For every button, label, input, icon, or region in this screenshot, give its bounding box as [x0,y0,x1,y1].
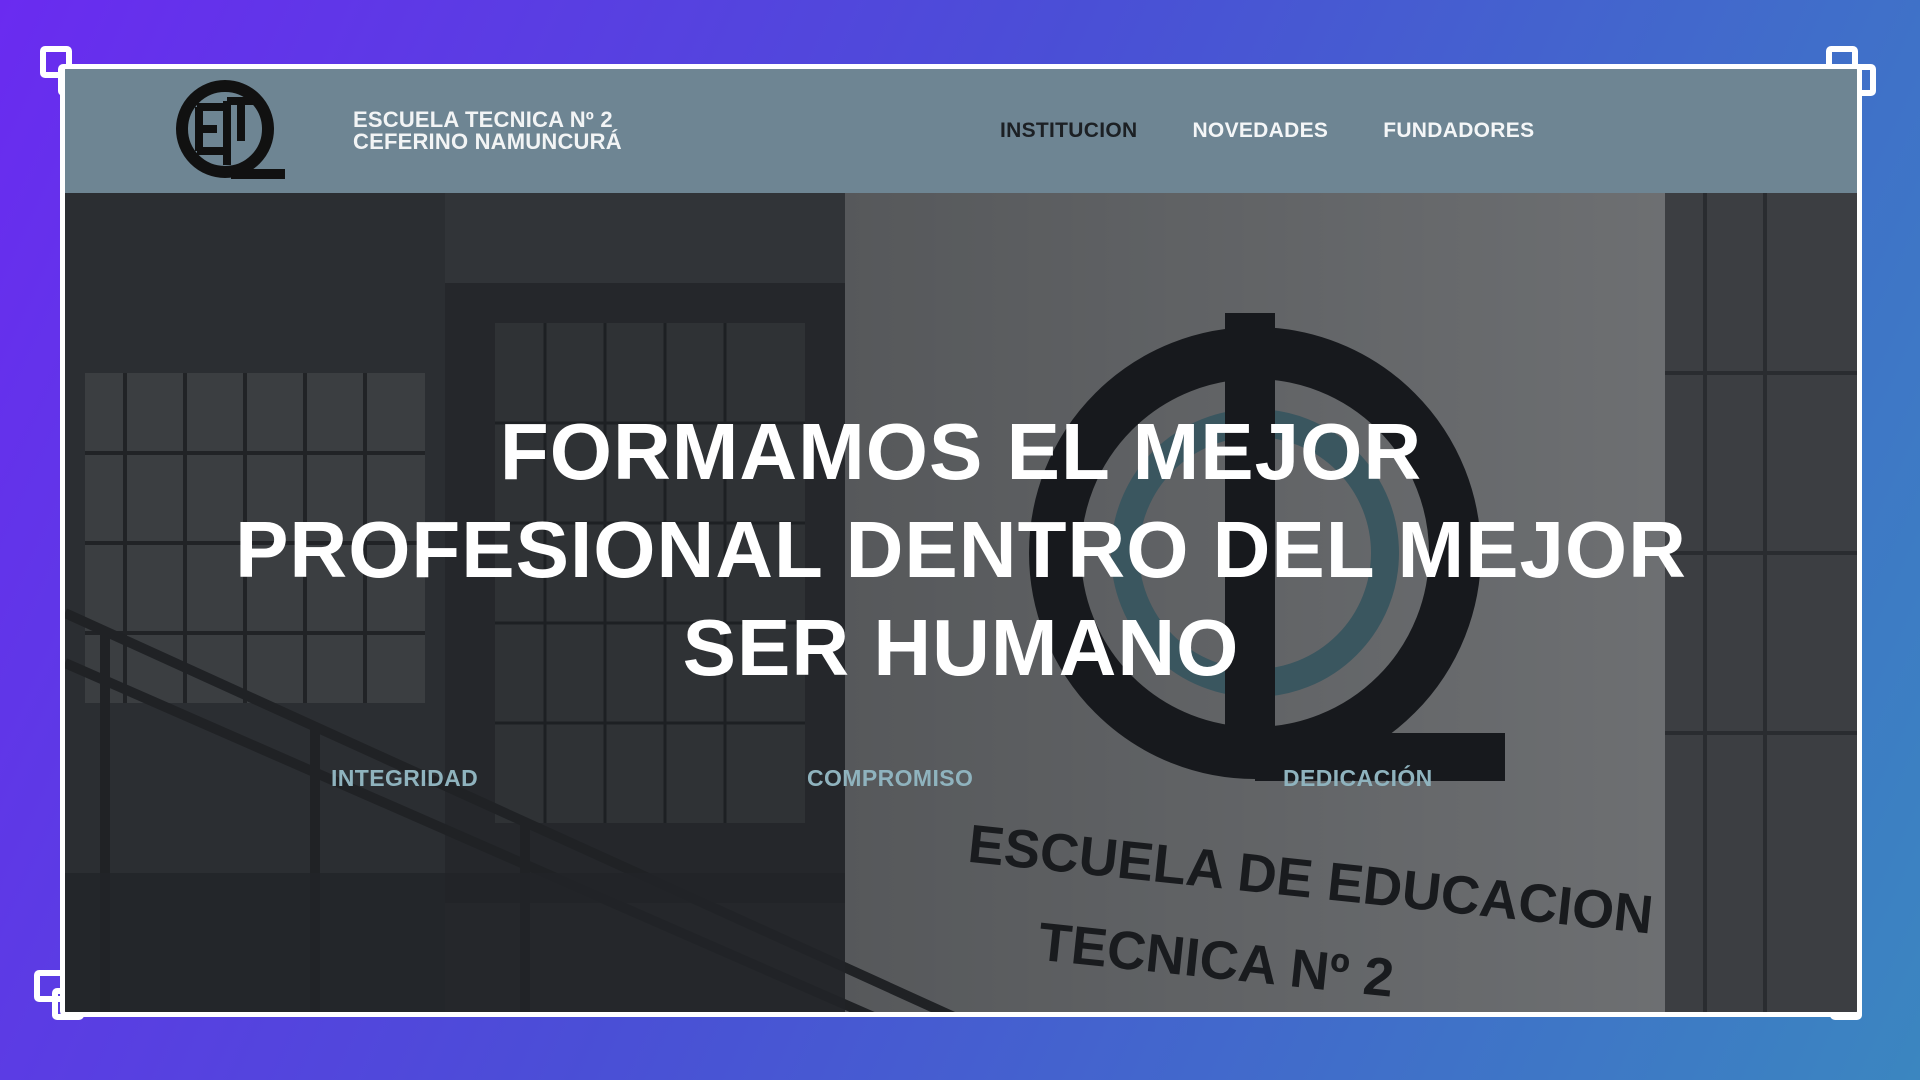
headline-line-1: FORMAMOS EL MEJOR [499,407,1423,496]
brand-line-1: ESCUELA TECNICA Nº 2 [353,107,613,132]
website-frame: ESCUELA TECNICA Nº 2 CEFERINO NAMUNCURÁ … [60,64,1862,1017]
main-nav: INSTITUCION NOVEDADES FUNDADORES [1000,119,1534,143]
nav-item-institucion[interactable]: INSTITUCION [1000,119,1137,143]
brand-name[interactable]: ESCUELA TECNICA Nº 2 CEFERINO NAMUNCURÁ [353,109,622,153]
headline-line-3: SER HUMANO [682,603,1240,692]
hero-headline: FORMAMOS EL MEJOR PROFESIONAL DENTRO DEL… [65,403,1857,697]
hero-section: ESCUELA DE EDUCACION TECNICA Nº 2 FORMAM… [65,193,1857,1012]
school-logo-icon[interactable] [169,77,287,187]
value-integridad: INTEGRIDAD [331,765,479,791]
value-compromiso: COMPROMISO [807,765,974,791]
value-dedicacion: DEDICACIÓN [1283,765,1433,791]
nav-item-fundadores[interactable]: FUNDADORES [1383,119,1534,143]
headline-line-2: PROFESIONAL DENTRO DEL MEJOR [235,505,1687,594]
brand-line-2: CEFERINO NAMUNCURÁ [353,129,622,154]
nav-item-novedades[interactable]: NOVEDADES [1192,119,1328,143]
site-header: ESCUELA TECNICA Nº 2 CEFERINO NAMUNCURÁ … [65,69,1857,193]
